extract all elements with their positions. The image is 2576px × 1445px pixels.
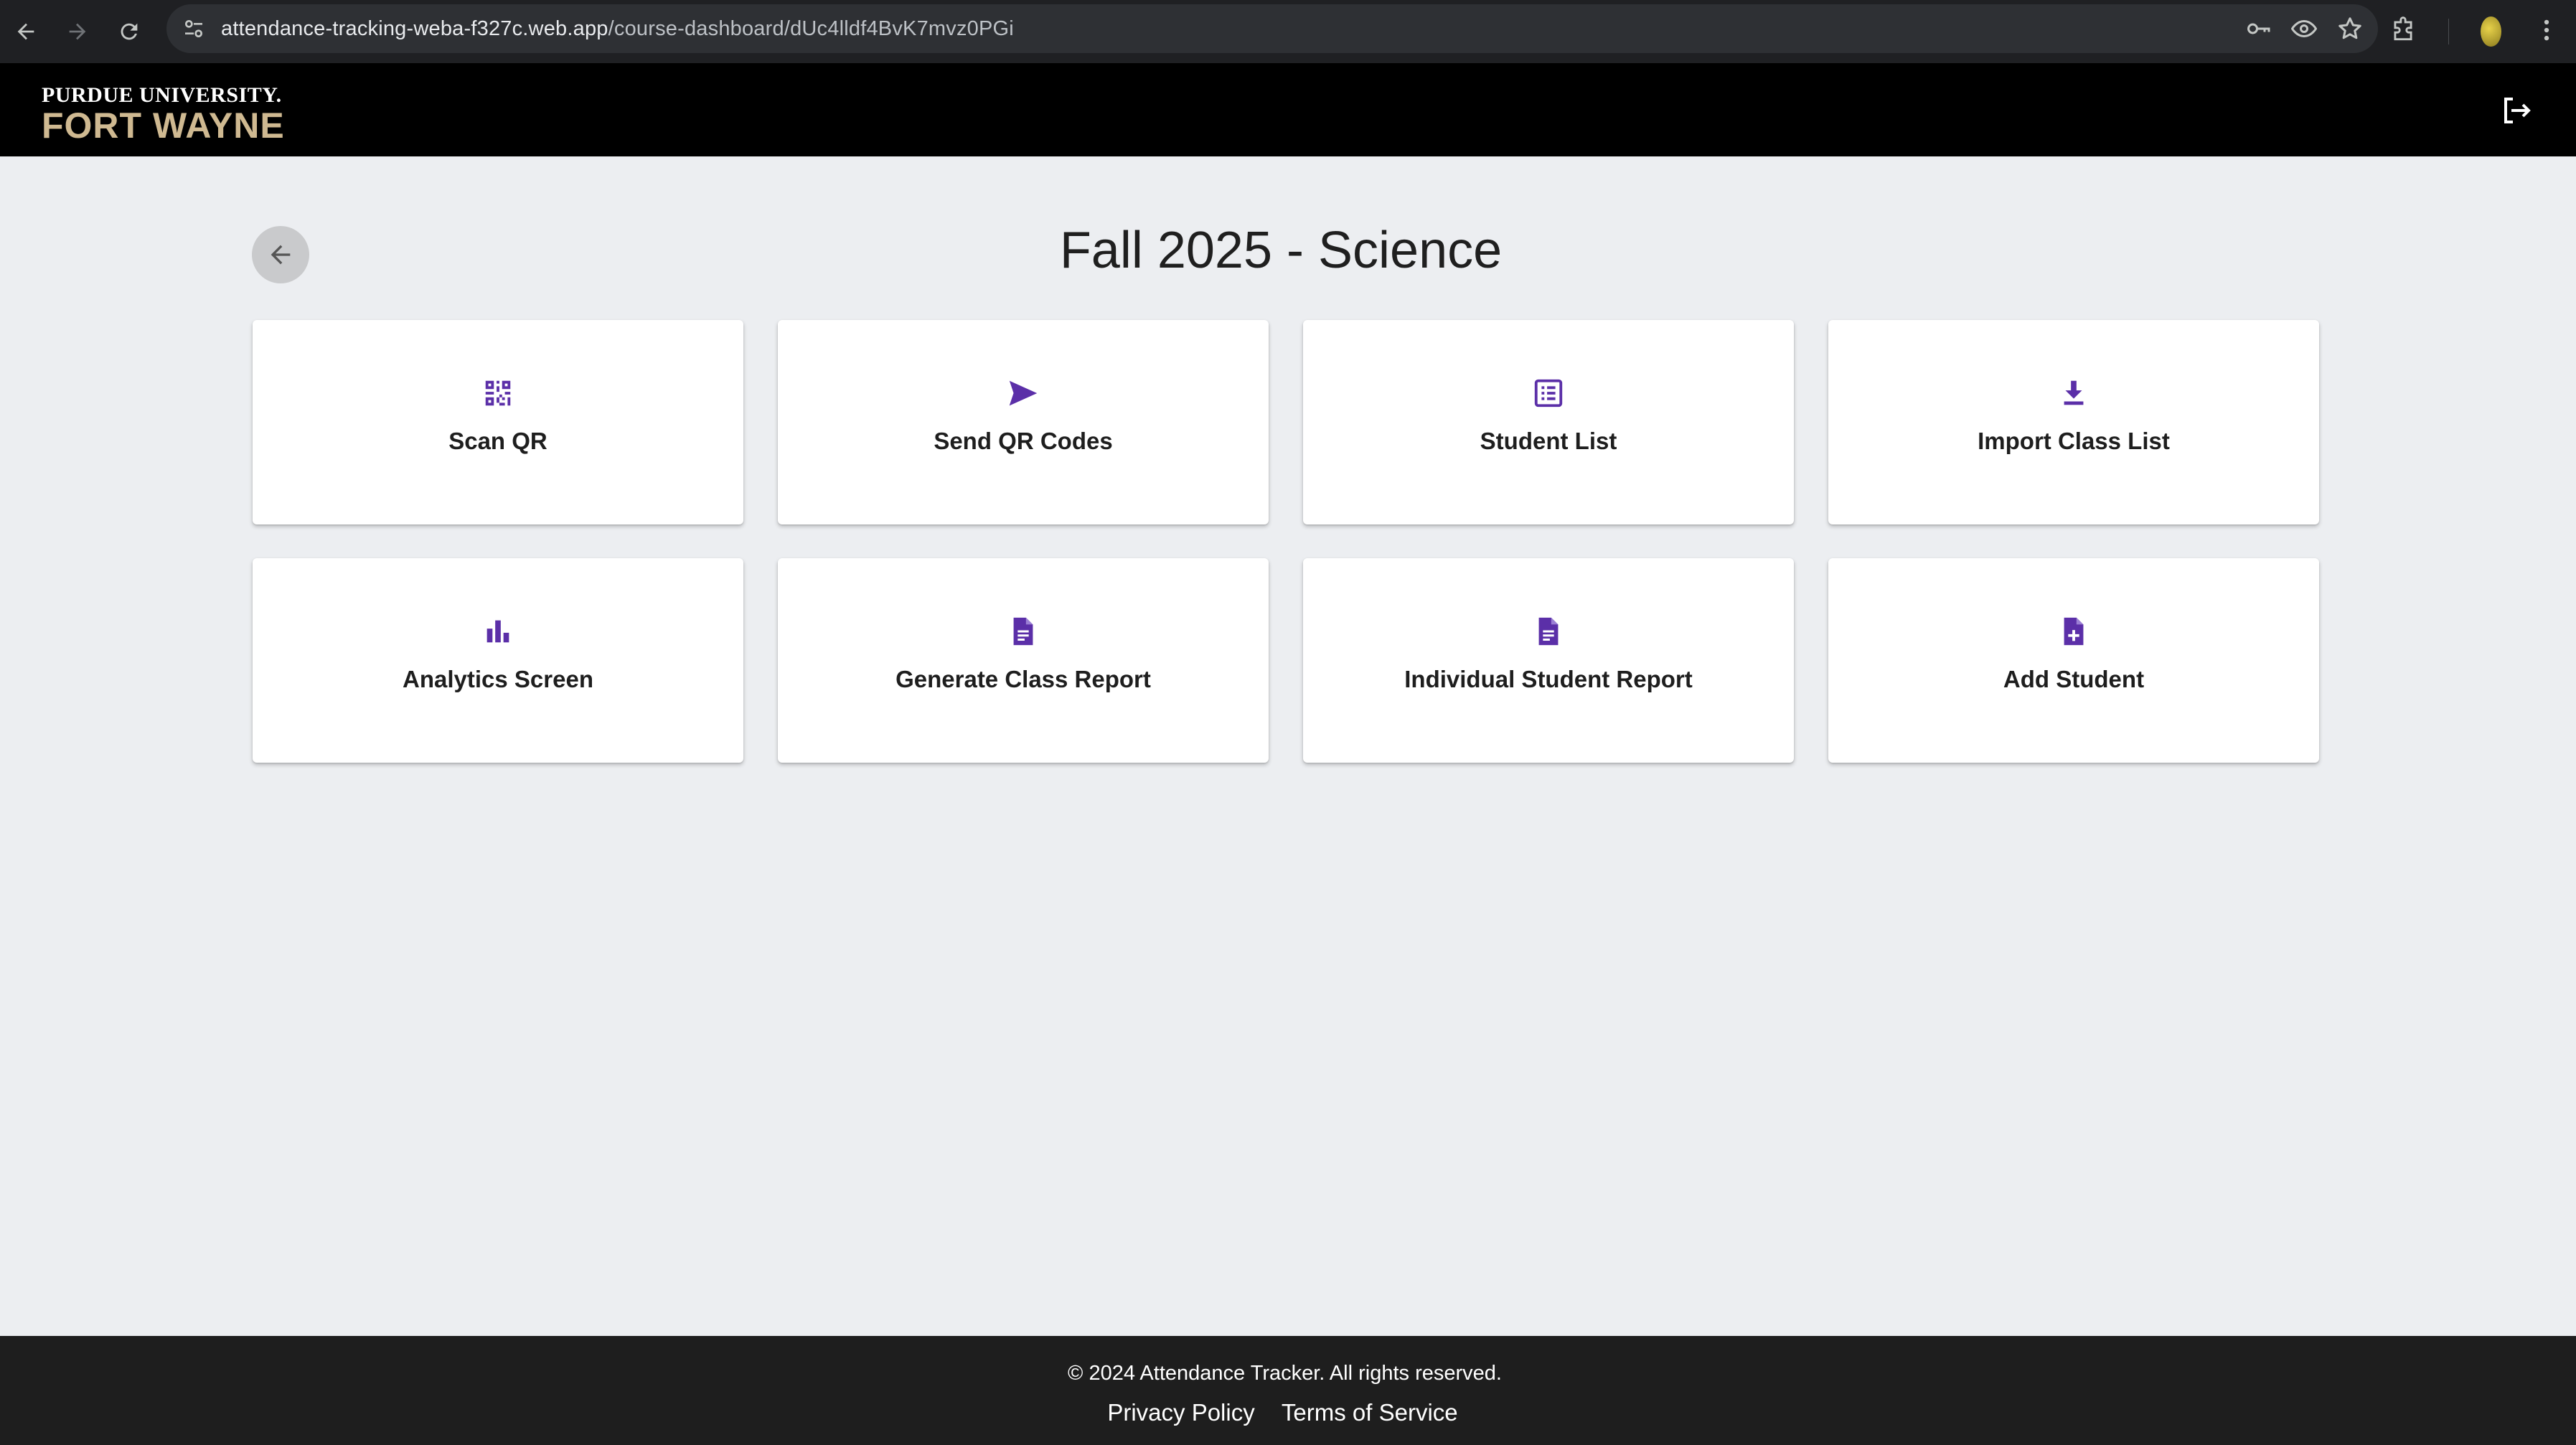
document-icon (1006, 614, 1040, 649)
site-settings-icon[interactable] (166, 17, 221, 40)
send-icon (1006, 376, 1040, 410)
bar-chart-icon (481, 614, 515, 649)
reload-icon[interactable] (103, 6, 155, 57)
add-student-card[interactable]: Add Student (1828, 558, 2319, 763)
card-label: Student List (1480, 428, 1617, 454)
footer-links: Privacy Policy Terms of Service (0, 1399, 2565, 1426)
card-label: Send QR Codes (934, 428, 1113, 454)
page-title: Fall 2025 - Science (1059, 222, 1503, 279)
generate-class-report-card[interactable]: Generate Class Report (778, 558, 1269, 763)
scan-qr-card[interactable]: Scan QR (253, 320, 743, 524)
logo-top-text: PURDUE UNIVERSITY. (42, 83, 282, 107)
key-icon[interactable] (2244, 15, 2272, 42)
send-qr-codes-card[interactable]: Send QR Codes (778, 320, 1269, 524)
url-text: attendance-tracking-weba-f327c.web.app/c… (221, 17, 1014, 41)
import-class-list-card[interactable]: Import Class List (1828, 320, 2319, 524)
address-bar[interactable]: attendance-tracking-weba-f327c.web.app/c… (166, 4, 2378, 53)
list-icon (1531, 376, 1566, 410)
footer: © 2024 Attendance Tracker. All rights re… (0, 1336, 2576, 1445)
more-vert-icon[interactable] (2533, 17, 2560, 47)
card-label: Add Student (2003, 666, 2145, 692)
individual-student-report-card[interactable]: Individual Student Report (1303, 558, 1794, 763)
analytics-screen-card[interactable]: Analytics Screen (253, 558, 743, 763)
url-host: attendance-tracking-weba-f327c.web.app (221, 17, 608, 40)
extensions-icon[interactable] (2389, 16, 2417, 47)
logout-icon (2504, 98, 2531, 123)
document-add-icon (2056, 614, 2091, 649)
url-path: /course-dashboard/dUc4lldf4BvK7mvz0PGi (608, 17, 1014, 40)
logout-button[interactable] (2497, 92, 2534, 129)
card-label: Import Class List (1978, 428, 2170, 454)
toolbar-divider (2448, 19, 2450, 44)
student-list-card[interactable]: Student List (1303, 320, 1794, 524)
eye-icon[interactable] (2290, 15, 2318, 42)
browser-toolbar: attendance-tracking-weba-f327c.web.app/c… (0, 0, 2576, 63)
qr-scan-icon (481, 376, 515, 410)
document-icon (1531, 614, 1566, 649)
logo-bottom-text: FORT WAYNE (42, 105, 285, 146)
university-logo[interactable]: PURDUE UNIVERSITY. FORT WAYNE (42, 83, 285, 143)
back-arrow-icon[interactable] (0, 6, 52, 57)
card-label: Analytics Screen (403, 666, 593, 692)
terms-of-service-link[interactable]: Terms of Service (1282, 1399, 1458, 1426)
app-header: PURDUE UNIVERSITY. FORT WAYNE (0, 63, 2576, 156)
profile-avatar[interactable] (2481, 17, 2501, 47)
card-label: Generate Class Report (896, 666, 1151, 692)
dashboard-grid: Scan QR Send QR Codes Student List Impor… (253, 320, 2319, 763)
download-icon (2056, 376, 2091, 410)
card-label: Individual Student Report (1404, 666, 1693, 692)
copyright-text: © 2024 Attendance Tracker. All rights re… (1068, 1362, 1502, 1385)
card-label: Scan QR (448, 428, 547, 454)
privacy-policy-link[interactable]: Privacy Policy (1107, 1399, 1254, 1426)
star-icon[interactable] (2336, 15, 2364, 42)
forward-arrow-icon[interactable] (52, 6, 103, 57)
